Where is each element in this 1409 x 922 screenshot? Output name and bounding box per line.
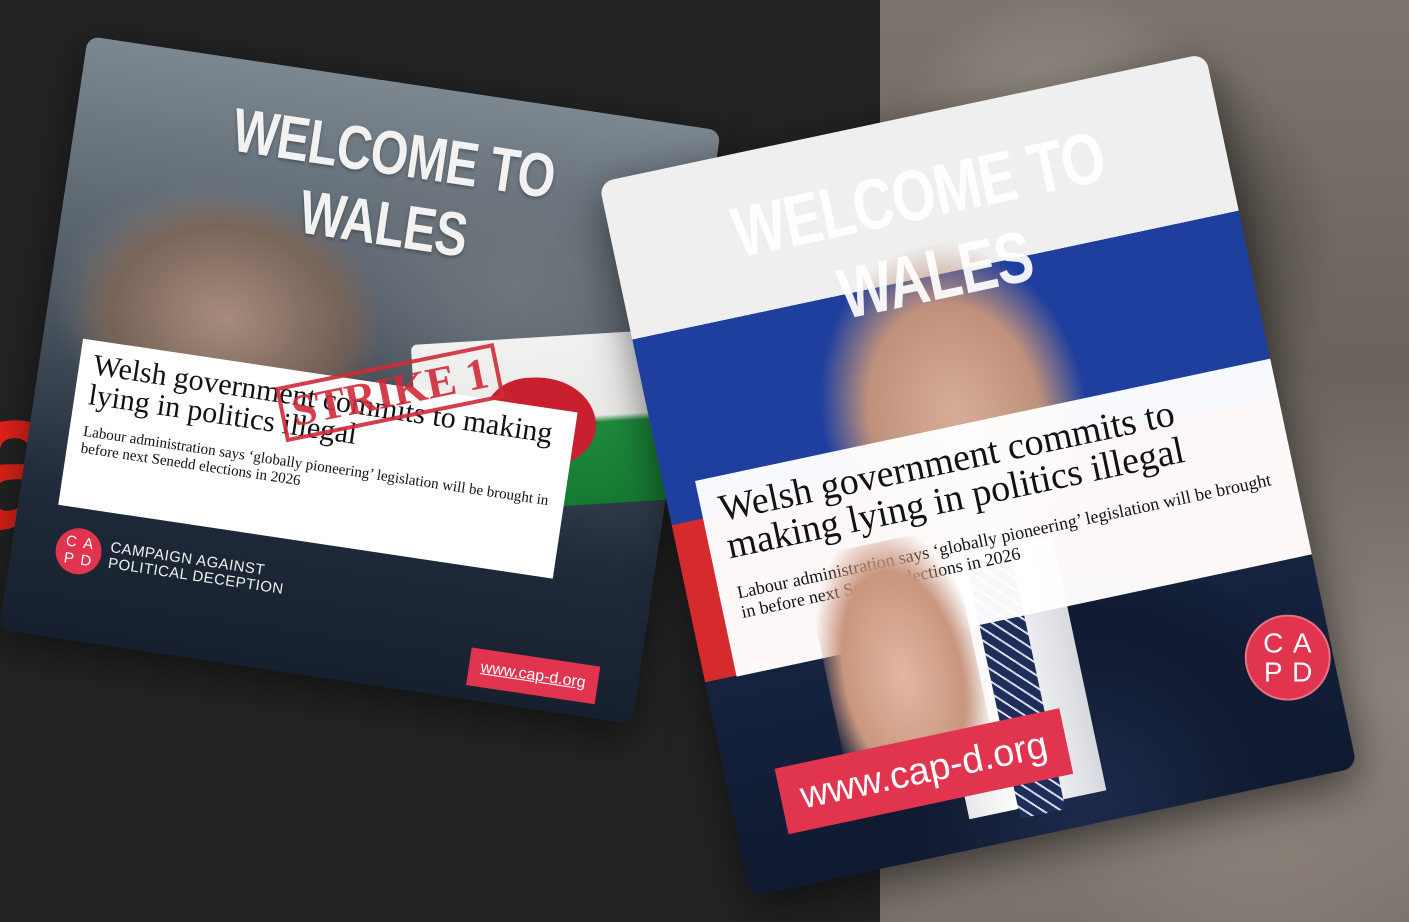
capd-logo-icon: C A P D bbox=[1244, 614, 1331, 701]
logo-letter: C bbox=[1263, 627, 1284, 659]
poster-1-logo: C A P D CAMPAIGN AGAINST POLITICAL DECEP… bbox=[52, 525, 288, 605]
poster-2-logo: C A P D bbox=[1244, 614, 1331, 701]
poster-1-url-link[interactable]: www.cap-d.org bbox=[466, 647, 601, 705]
poster-card-1: WELCOME TO WALES Welsh government commit… bbox=[0, 35, 721, 725]
logo-letter: A bbox=[82, 534, 95, 553]
logo-letter: D bbox=[79, 551, 93, 570]
logo-letter: P bbox=[62, 548, 76, 568]
org-name: CAMPAIGN AGAINST POLITICAL DECEPTION bbox=[107, 539, 287, 598]
capd-logo-icon: C A P D bbox=[52, 525, 105, 578]
logo-letter: C bbox=[64, 531, 79, 551]
logo-letter: P bbox=[1263, 656, 1283, 688]
logo-letter: A bbox=[1292, 627, 1312, 659]
logo-letter: D bbox=[1292, 656, 1313, 688]
